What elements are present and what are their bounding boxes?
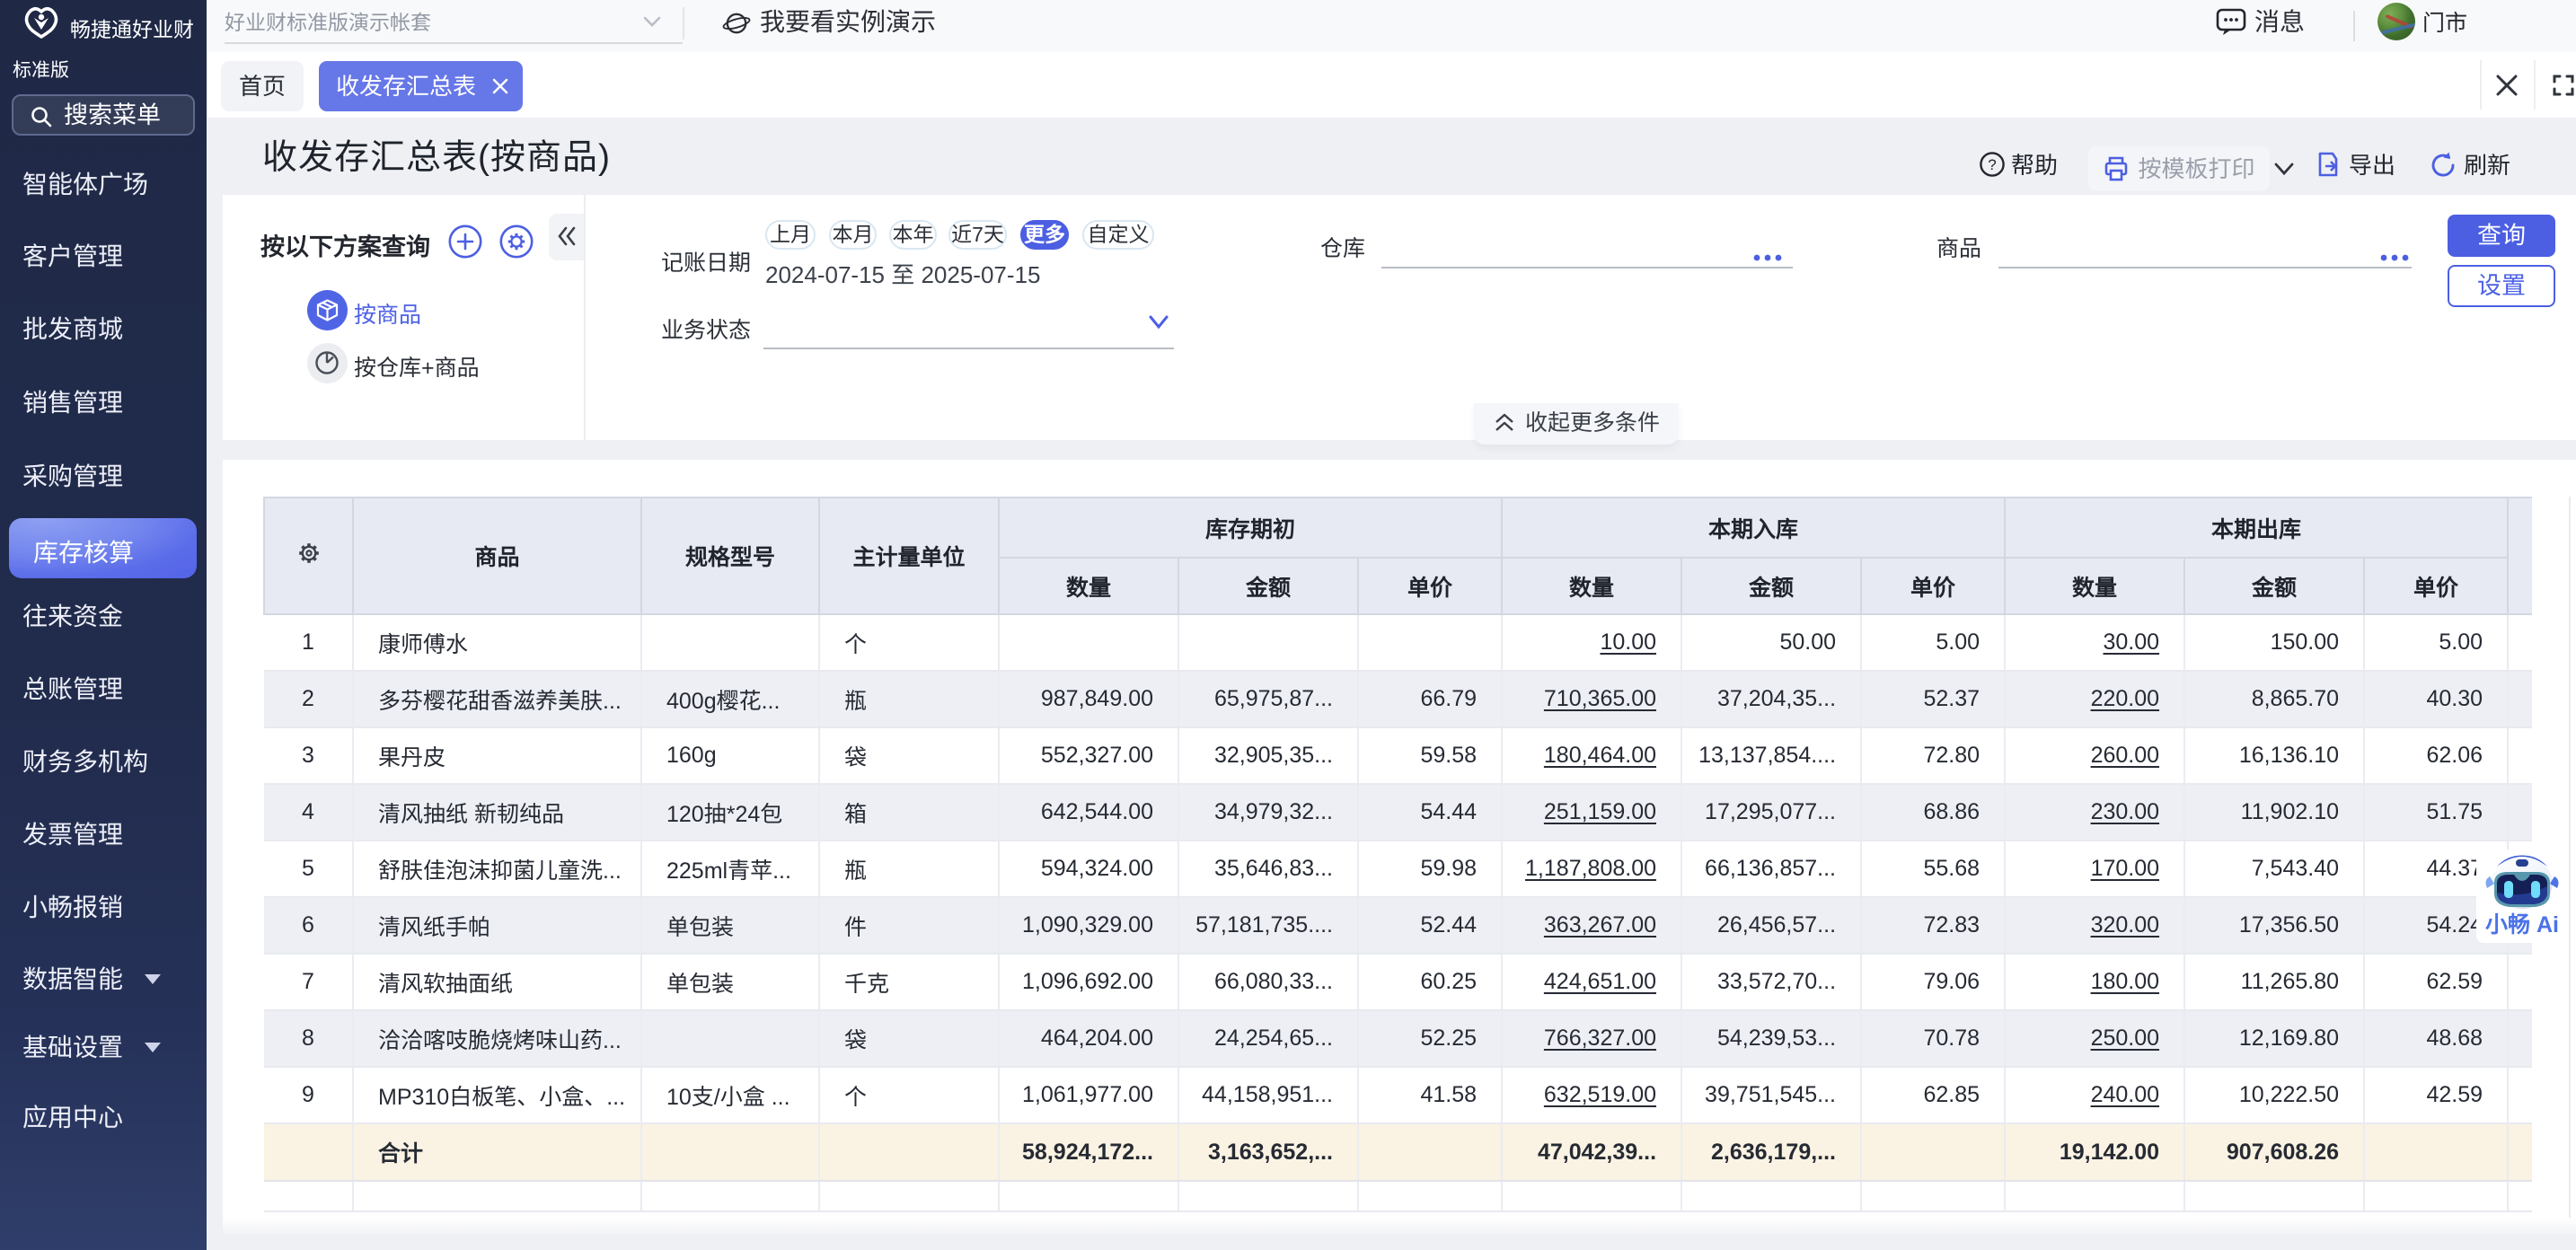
svg-text:?: ? bbox=[1988, 156, 1996, 173]
